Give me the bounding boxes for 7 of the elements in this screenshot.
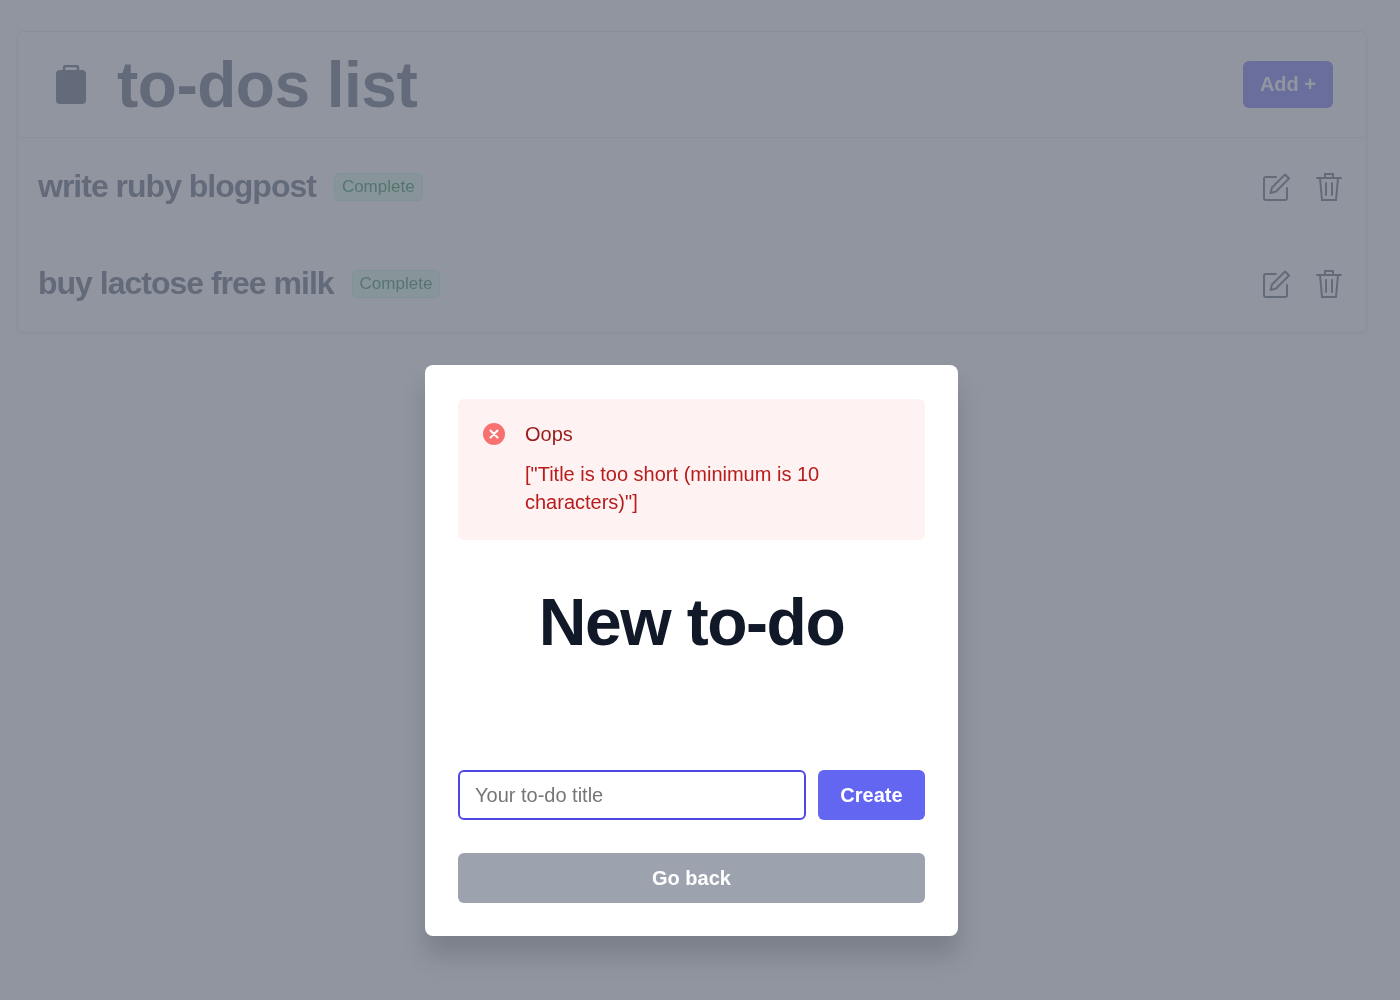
create-button[interactable]: Create — [818, 770, 925, 820]
alert-message: ["Title is too short (minimum is 10 characters)"] — [525, 462, 821, 515]
go-back-button[interactable]: Go back — [458, 853, 925, 903]
alert-title: Oops — [525, 423, 574, 446]
modal-heading: New to-do — [537, 584, 846, 660]
error-icon — [483, 423, 505, 445]
title-input[interactable]: Your to-do title — [458, 770, 806, 820]
